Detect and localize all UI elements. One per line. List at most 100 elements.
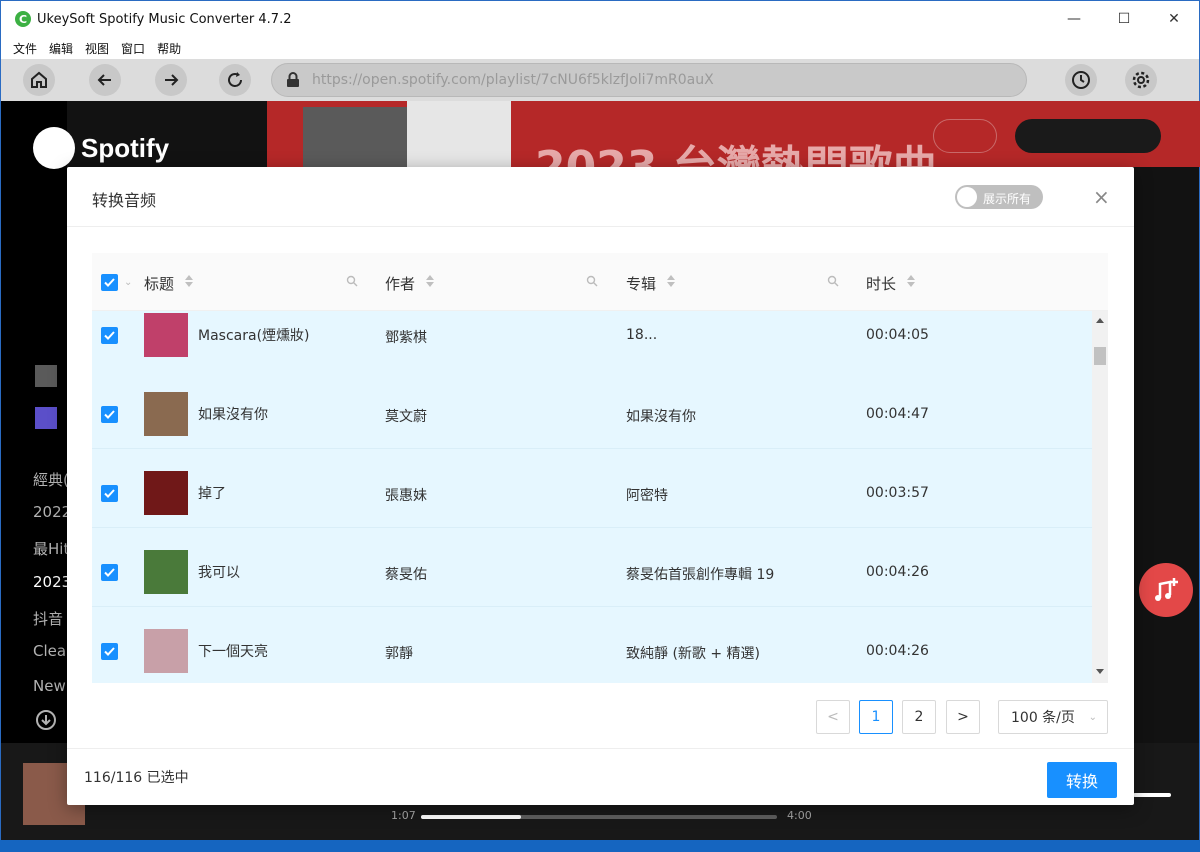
sidebar-playlist-1[interactable]: 經典( <box>33 469 69 490</box>
track-artist: 鄧紫棋 <box>385 330 427 346</box>
show-all-toggle[interactable]: 展示所有 <box>955 185 1043 209</box>
convert-button[interactable]: 转换 <box>1047 762 1117 798</box>
track-artist: 蔡旻佑 <box>385 567 427 583</box>
dialog-close-button[interactable]: × <box>1093 187 1110 207</box>
page-2-button[interactable]: 2 <box>902 700 936 734</box>
sidebar-playlist-2[interactable]: 2022 <box>33 503 71 521</box>
liked-songs-icon[interactable] <box>35 407 57 429</box>
row-checkbox[interactable] <box>101 643 118 660</box>
total-time: 4:00 <box>787 809 812 822</box>
volume-bar[interactable] <box>1133 793 1171 797</box>
album-thumbnail <box>144 550 188 594</box>
track-duration: 00:04:26 <box>866 643 929 659</box>
back-button[interactable] <box>89 64 121 96</box>
search-artist-icon[interactable] <box>586 275 598 287</box>
track-title: 下一個天亮 <box>198 644 268 660</box>
row-checkbox[interactable] <box>101 406 118 423</box>
table-header: ⌄ 标题 作者 专辑 时长 <box>92 253 1108 311</box>
add-music-icon <box>1155 578 1178 601</box>
check-icon <box>104 278 115 287</box>
user-menu[interactable] <box>1015 119 1161 153</box>
progress-bar-fill <box>421 815 521 819</box>
album-thumbnail <box>144 471 188 515</box>
menu-file[interactable]: 文件 <box>13 40 37 57</box>
settings-button[interactable] <box>1125 64 1157 96</box>
prev-page-button[interactable]: < <box>816 700 850 734</box>
scrollbar-thumb[interactable] <box>1094 347 1106 365</box>
dialog-title: 转换音频 <box>92 191 157 210</box>
track-title: 我可以 <box>198 565 240 581</box>
url-text: https://open.spotify.com/playlist/7cNU6f… <box>312 72 714 88</box>
sidebar-playlist-3[interactable]: 最Hit <box>33 538 69 559</box>
sort-artist-icon[interactable] <box>426 275 434 287</box>
tracks-table: ⌄ 标题 作者 专辑 时长 Mascara(煙燻妝) 鄧紫棋 18... 00:… <box>92 253 1108 683</box>
download-icon[interactable] <box>35 709 57 731</box>
close-window-button[interactable]: ✕ <box>1149 1 1199 37</box>
column-title[interactable]: 标题 <box>144 273 174 294</box>
column-album[interactable]: 专辑 <box>626 273 656 294</box>
menu-view[interactable]: 视图 <box>85 40 109 57</box>
album-thumbnail <box>144 313 188 357</box>
track-duration: 00:04:47 <box>866 406 929 422</box>
table-scrollbar[interactable] <box>1092 311 1108 683</box>
banner-pill-button[interactable] <box>933 119 997 153</box>
track-artist: 張惠妹 <box>385 488 427 504</box>
table-row[interactable]: 掉了 張惠妹 阿密特 00:03:57 <box>92 449 1092 528</box>
table-row[interactable]: 如果沒有你 莫文蔚 如果沒有你 00:04:47 <box>92 370 1092 449</box>
table-row[interactable]: 下一個天亮 郭靜 致純靜 (新歌 + 精選) 00:04:26 <box>92 607 1092 683</box>
home-button[interactable] <box>23 64 55 96</box>
row-checkbox[interactable] <box>101 327 118 344</box>
track-album: 阿密特 <box>626 488 668 504</box>
search-album-icon[interactable] <box>827 275 839 287</box>
scroll-down-icon[interactable] <box>1096 669 1104 674</box>
browser-toolbar: https://open.spotify.com/playlist/7cNU6f… <box>1 59 1199 101</box>
sidebar-playlist-7[interactable]: New <box>33 677 66 695</box>
progress-bar[interactable] <box>421 815 777 819</box>
page-size-select[interactable]: 100 条/页 ⌄ <box>998 700 1108 734</box>
page-size-label: 100 条/页 <box>1011 710 1075 726</box>
table-row[interactable]: 我可以 蔡旻佑 蔡旻佑首張創作專輯 19 00:04:26 <box>92 528 1092 607</box>
check-icon <box>104 331 115 340</box>
forward-button[interactable] <box>155 64 187 96</box>
sort-duration-icon[interactable] <box>907 275 915 287</box>
lock-icon <box>287 72 299 87</box>
menu-help[interactable]: 帮助 <box>157 40 181 57</box>
page-1-button[interactable]: 1 <box>859 700 893 734</box>
search-title-icon[interactable] <box>346 275 358 287</box>
selection-count: 116/116 已选中 <box>84 770 189 786</box>
refresh-button[interactable] <box>219 64 251 96</box>
track-duration: 00:04:26 <box>866 564 929 580</box>
window-title: UkeySoft Spotify Music Converter 4.7.2 <box>37 11 292 27</box>
column-duration[interactable]: 时长 <box>866 273 896 294</box>
spotify-logo: Spotify <box>33 127 169 169</box>
row-checkbox[interactable] <box>101 485 118 502</box>
track-album: 18... <box>626 327 658 343</box>
menu-bar: 文件 编辑 视图 窗口 帮助 <box>1 37 1199 59</box>
menu-window[interactable]: 窗口 <box>121 40 145 57</box>
check-icon <box>104 410 115 419</box>
dialog-footer: 116/116 已选中 转换 <box>67 748 1134 805</box>
maximize-button[interactable]: ☐ <box>1099 1 1149 37</box>
column-artist[interactable]: 作者 <box>385 273 415 294</box>
toggle-label: 展示所有 <box>983 192 1032 206</box>
select-all-checkbox[interactable] <box>101 274 118 291</box>
sidebar-playlist-4[interactable]: 2023 <box>33 573 71 591</box>
next-page-button[interactable]: > <box>946 700 980 734</box>
minimize-button[interactable]: — <box>1049 1 1099 37</box>
row-checkbox[interactable] <box>101 564 118 581</box>
track-title: Mascara(煙燻妝) <box>198 328 310 344</box>
scroll-up-icon[interactable] <box>1096 318 1104 323</box>
sort-album-icon[interactable] <box>667 275 675 287</box>
sort-title-icon[interactable] <box>185 275 193 287</box>
select-dropdown-icon[interactable]: ⌄ <box>124 277 132 288</box>
create-playlist-icon[interactable] <box>35 365 57 387</box>
history-button[interactable] <box>1065 64 1097 96</box>
menu-edit[interactable]: 编辑 <box>49 40 73 57</box>
track-artist: 莫文蔚 <box>385 409 427 425</box>
add-music-fab[interactable] <box>1139 563 1193 617</box>
refresh-icon <box>228 72 242 87</box>
url-bar[interactable]: https://open.spotify.com/playlist/7cNU6f… <box>271 63 1027 97</box>
banner-title: 2023 台灣熱門歌曲 <box>535 131 937 167</box>
sidebar-playlist-5[interactable]: 抖音 <box>33 608 63 629</box>
dialog-header: 转换音频 展示所有 × <box>67 167 1134 227</box>
